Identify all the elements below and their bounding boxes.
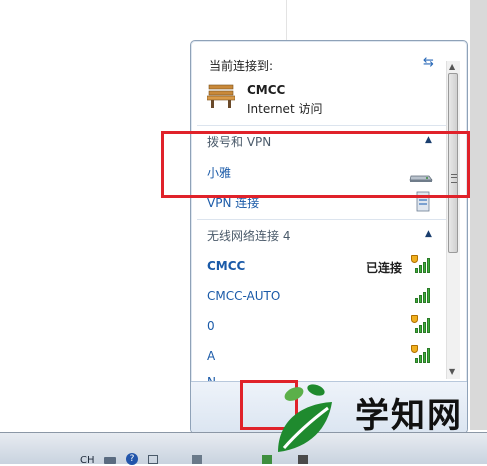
refresh-icon[interactable]: ⇆ — [423, 55, 434, 70]
help-icon[interactable]: ? — [126, 453, 138, 465]
section-divider — [197, 219, 449, 220]
highlight-box — [161, 131, 470, 198]
desktop-divider — [286, 0, 287, 40]
desktop-background-strip — [470, 0, 487, 430]
wifi-item-name[interactable]: CMCC — [207, 259, 245, 273]
section-divider — [197, 125, 449, 126]
network-flyout: 当前连接到: ⇆ CMCC Internet 访问 拨号和 VPN ▲ 小雅 V… — [190, 40, 468, 434]
wifi-item-name[interactable]: 0 — [207, 319, 215, 333]
language-indicator[interactable]: CH — [80, 455, 95, 466]
scroll-up-arrow-icon[interactable]: ▲ — [449, 62, 455, 71]
current-network-name: CMCC — [247, 83, 286, 97]
scroll-down-arrow-icon[interactable]: ▼ — [449, 367, 455, 376]
watermark-leaf-logo — [270, 382, 350, 458]
current-network-access: Internet 访问 — [247, 102, 323, 116]
wireless-header[interactable]: 无线网络连接 4 — [207, 227, 290, 244]
watermark-text: 学知网 — [355, 396, 463, 436]
collapse-chevron-icon[interactable]: ▲ — [425, 229, 432, 239]
signal-strength-icon — [411, 285, 433, 303]
wifi-connected-status: 已连接 — [366, 261, 403, 275]
signal-strength-shield-icon — [411, 315, 433, 333]
bench-network-icon — [206, 83, 236, 109]
signal-strength-shield-icon — [411, 345, 433, 363]
scrollbar[interactable]: ▲ ▼ — [446, 61, 460, 379]
connected-to-label: 当前连接到: — [209, 59, 274, 73]
signal-strength-shield-icon — [411, 255, 433, 273]
wifi-item-name[interactable]: CMCC-AUTO — [207, 289, 280, 303]
wifi-item-name[interactable]: A — [207, 349, 215, 363]
